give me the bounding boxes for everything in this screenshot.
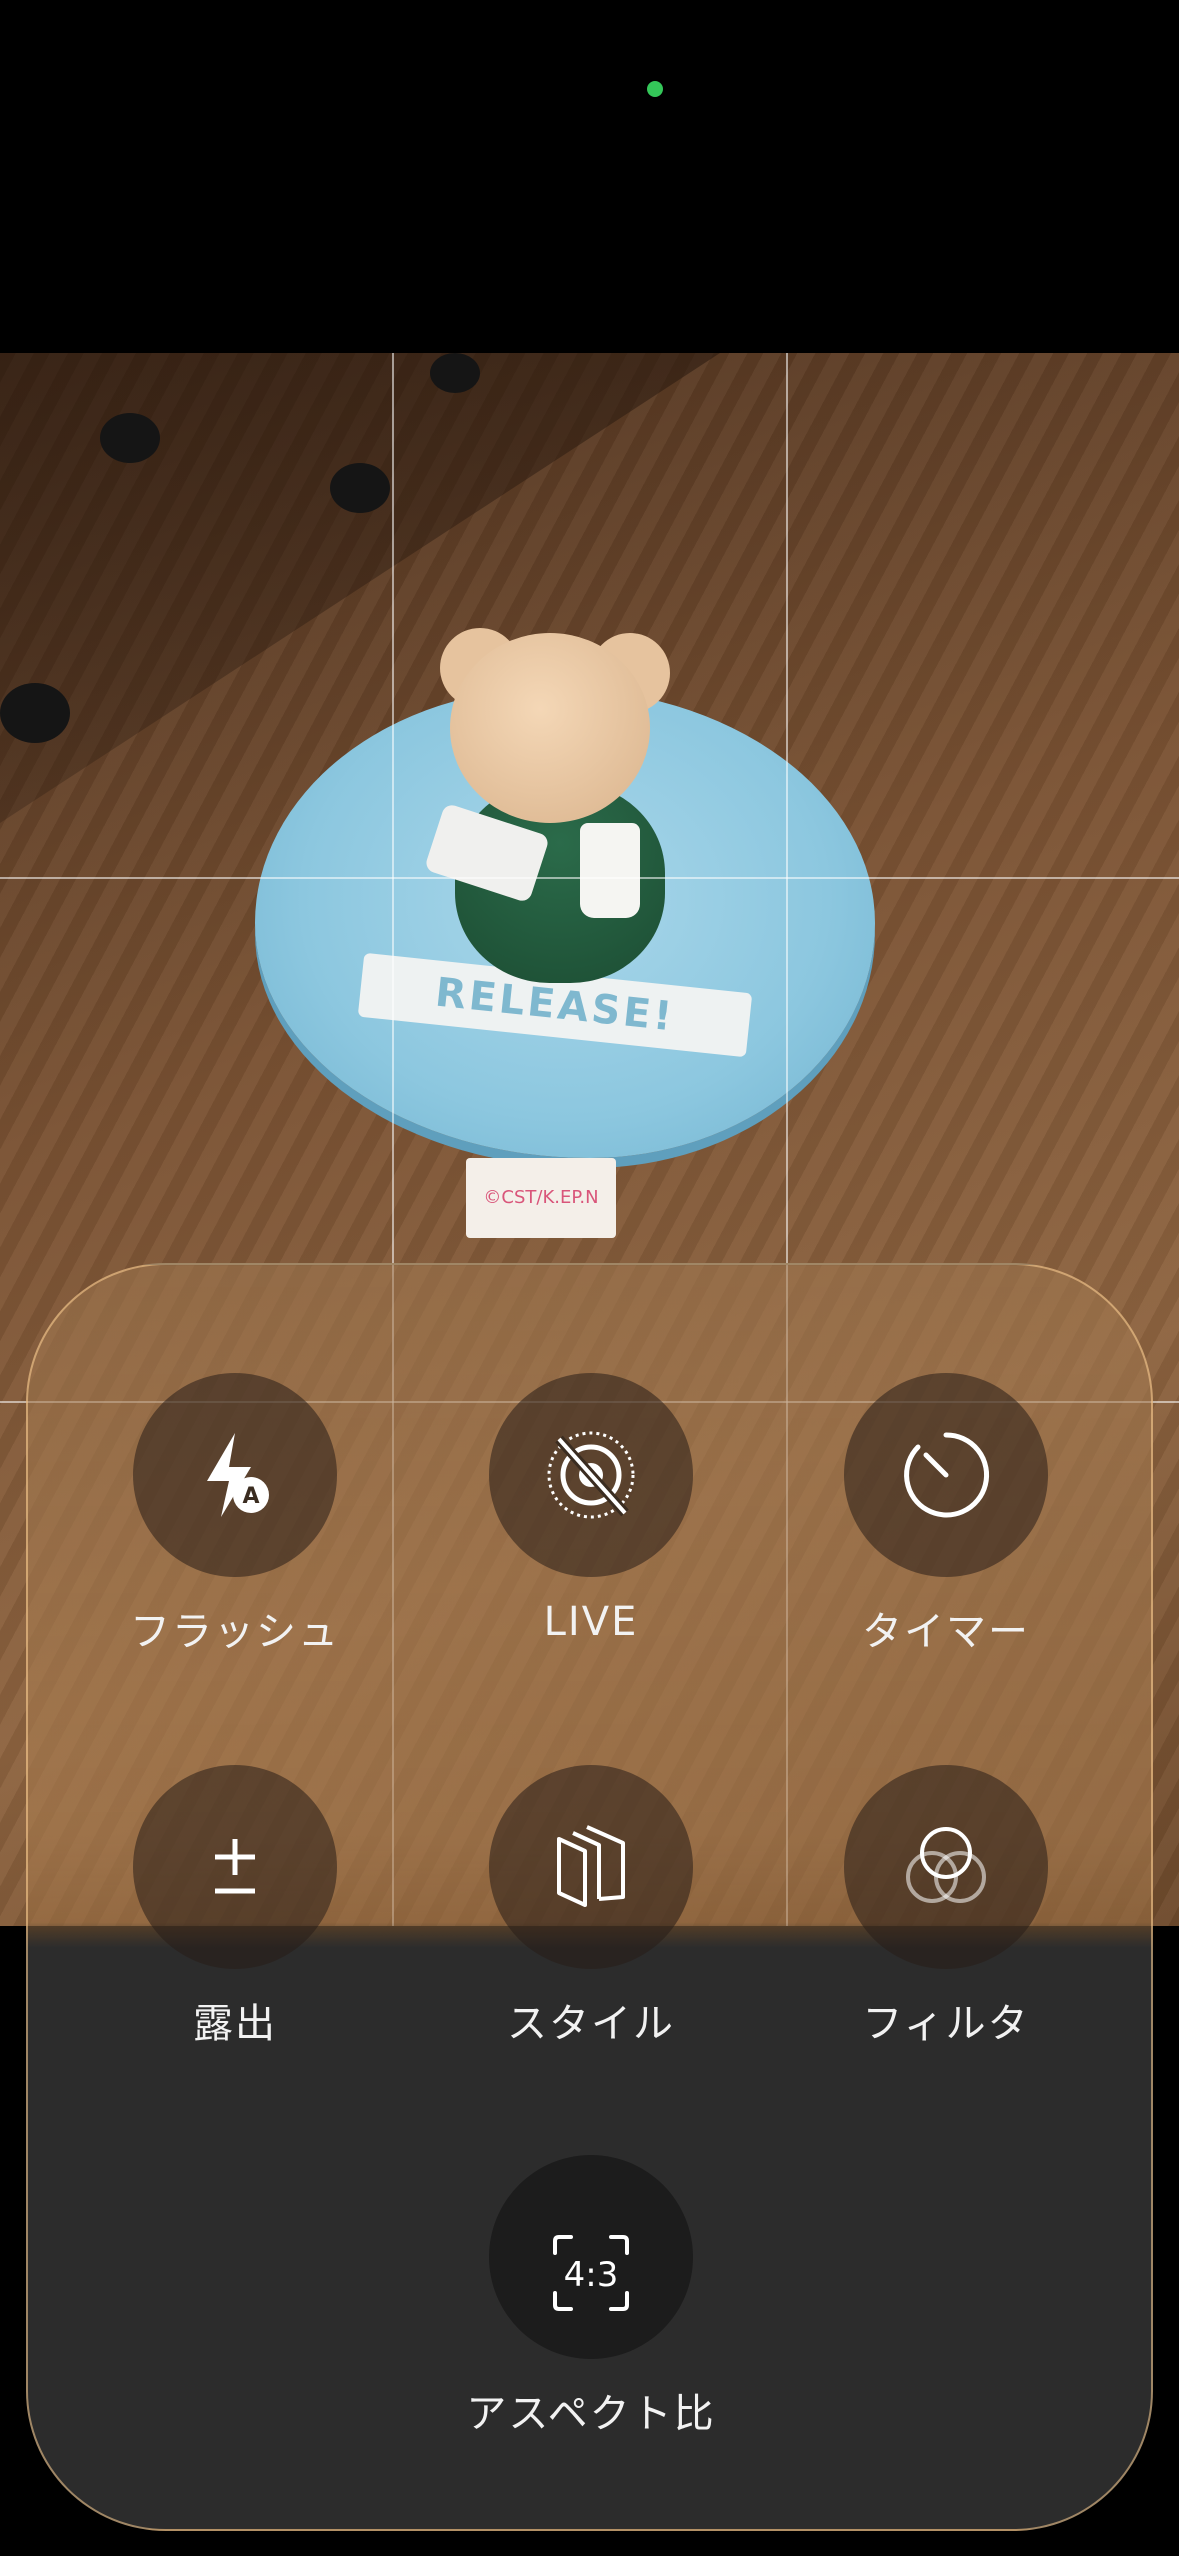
filter-control[interactable]: フィルタ: [816, 1765, 1076, 2049]
timer-label: タイマー: [862, 1609, 1030, 1655]
filter-button[interactable]: [844, 1765, 1048, 1969]
aspect-ratio-label: アスペクト比: [466, 2391, 716, 2437]
chair-wheel: [330, 463, 390, 513]
aspect-ratio-control[interactable]: 4:3 アスペクト比: [461, 2155, 721, 2439]
style-button[interactable]: [489, 1765, 693, 1969]
fabric-tag: ©CST/K.EP.N: [466, 1158, 616, 1238]
flash-label: フラッシュ: [130, 1609, 340, 1655]
aspect-ratio-value: 4:3: [563, 2255, 619, 2295]
chair-wheel: [430, 353, 480, 393]
exposure-label: 露出: [193, 2001, 277, 2047]
filter-label: フィルタ: [862, 2001, 1030, 2047]
live-off-icon: [541, 1425, 641, 1525]
timer-control[interactable]: タイマー: [816, 1373, 1076, 1657]
exposure-icon: [185, 1817, 285, 1917]
svg-text:A: A: [242, 1484, 259, 1509]
live-control[interactable]: LIVE: [461, 1373, 721, 1645]
flash-button[interactable]: A: [133, 1373, 337, 1577]
chair-wheel: [0, 683, 70, 743]
camera-in-use-indicator: [647, 81, 663, 97]
chair-wheel: [100, 413, 160, 463]
camera-controls-panel: A フラッシュ LIVE タイマー 露出 スタイル フィルタ 4:3 アスペクト…: [26, 1263, 1153, 2531]
exposure-control[interactable]: 露出: [105, 1765, 365, 2049]
style-control[interactable]: スタイル: [461, 1765, 721, 2049]
style-label: スタイル: [507, 2001, 675, 2047]
tag-text: ©CST/K.EP.N: [483, 1187, 599, 1208]
flash-auto-icon: A: [185, 1425, 285, 1525]
styles-icon: [541, 1817, 641, 1917]
live-button[interactable]: [489, 1373, 693, 1577]
bear-cup: [580, 823, 640, 918]
exposure-button[interactable]: [133, 1765, 337, 1969]
timer-icon: [896, 1425, 996, 1525]
timer-button[interactable]: [844, 1373, 1048, 1577]
bear-head: [450, 633, 650, 823]
filters-icon: [896, 1817, 996, 1917]
grid-line-horizontal-1: [0, 877, 1179, 879]
aspect-ratio-button[interactable]: 4:3: [489, 2155, 693, 2359]
live-label: LIVE: [543, 1599, 639, 1645]
flash-control[interactable]: A フラッシュ: [105, 1373, 365, 1657]
aspect-ratio-icon: 4:3: [541, 2223, 641, 2311]
